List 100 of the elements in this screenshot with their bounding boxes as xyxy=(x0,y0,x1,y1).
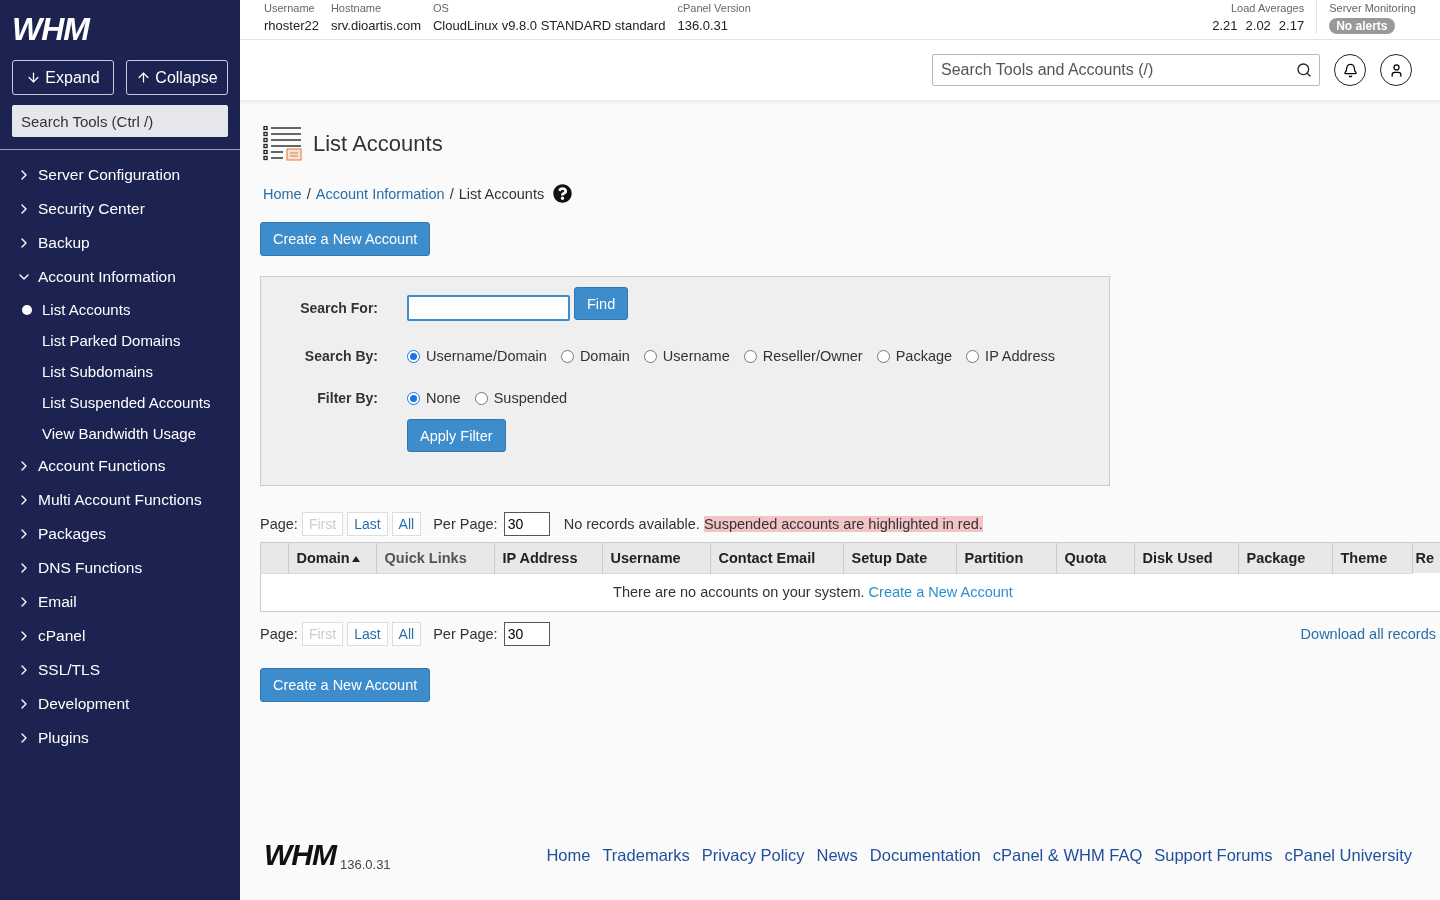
radio-button[interactable] xyxy=(743,349,757,363)
sidebar-item[interactable]: Account Functions xyxy=(0,449,240,483)
info-value: 136.0.31 xyxy=(677,17,729,35)
per-page-label: Per Page: xyxy=(433,516,498,532)
radio-button[interactable] xyxy=(407,391,420,405)
filter-by-label: Filter By: xyxy=(316,390,379,406)
search-field[interactable]: Search Tools (Ctrl /) xyxy=(12,105,228,137)
breadcrumb-link[interactable]: Account Information xyxy=(315,185,445,202)
sidebar-item[interactable]: Server Configuration xyxy=(0,158,240,192)
column-header[interactable]: Username xyxy=(602,543,710,573)
footer-link[interactable]: Privacy Policy xyxy=(701,845,805,865)
radio-option[interactable]: Username xyxy=(643,348,730,364)
apply-filter-button[interactable]: Apply Filter xyxy=(407,419,506,452)
footer-link[interactable]: Support Forums xyxy=(1154,845,1273,865)
status-badge: No alerts xyxy=(1329,18,1395,34)
footer-link[interactable]: News xyxy=(816,845,858,865)
expand-button[interactable]: Expand xyxy=(12,60,114,95)
sidebar-item[interactable]: Plugins xyxy=(0,721,240,755)
sidebar-item[interactable]: DNS Functions xyxy=(0,551,240,585)
sidebar-subitem[interactable]: List Subdomains xyxy=(0,356,240,387)
search-by-label: Search By: xyxy=(303,348,379,364)
breadcrumb-link[interactable]: Home xyxy=(263,185,302,202)
info-label: Load Averages xyxy=(1230,1,1305,15)
sidebar-item[interactable]: Email xyxy=(0,585,240,619)
create-account-link[interactable]: Create a New Account xyxy=(868,584,1013,601)
user-button[interactable] xyxy=(1380,54,1412,86)
column-header[interactable]: Contact Email xyxy=(710,543,843,573)
column-header[interactable]: Re xyxy=(1412,543,1440,573)
search-for-field[interactable] xyxy=(407,295,570,321)
version-text: 136.0.31 xyxy=(340,856,391,872)
radio-option[interactable]: Reseller/Owner xyxy=(743,348,863,364)
radio-option[interactable]: Package xyxy=(876,348,953,364)
notifications-button[interactable] xyxy=(1334,54,1366,86)
info-label: Server Monitoring xyxy=(1329,1,1416,15)
radio-button[interactable] xyxy=(876,349,890,363)
load-value: 2.21 xyxy=(1212,17,1238,35)
breadcrumb-separator: / xyxy=(306,185,311,202)
info-label: Username xyxy=(264,1,315,15)
sidebar-subitem[interactable]: List Suspended Accounts xyxy=(0,387,240,418)
sidebar-item[interactable]: Backup xyxy=(0,226,240,260)
column-header[interactable]: Quota xyxy=(1056,543,1134,573)
radio-button[interactable] xyxy=(966,349,980,363)
sidebar-subitem[interactable]: List Parked Domains xyxy=(0,325,240,356)
search-for-label: Search For: xyxy=(299,300,379,316)
page-button[interactable]: Last xyxy=(347,512,388,536)
info-value: srv.dioartis.com xyxy=(330,17,421,35)
download-link[interactable]: Download all records xyxy=(1300,626,1436,642)
column-header[interactable]: Setup Date xyxy=(843,543,956,573)
whm-logo: WHM xyxy=(264,838,336,872)
radio-option[interactable]: None xyxy=(407,390,461,406)
radio-option[interactable]: IP Address xyxy=(966,348,1055,364)
radio-button[interactable] xyxy=(643,349,657,363)
per-page-field[interactable]: 30 xyxy=(503,512,550,536)
bell-icon xyxy=(1342,62,1358,78)
column-header[interactable]: Theme xyxy=(1332,543,1412,573)
column-header[interactable]: Package xyxy=(1238,543,1332,573)
footer-link[interactable]: cPanel & WHM FAQ xyxy=(992,845,1143,865)
create-account-button[interactable]: Create a New Account xyxy=(260,222,431,256)
radio-option[interactable]: Suspended xyxy=(474,390,568,406)
sidebar-item[interactable]: Multi Account Functions xyxy=(0,483,240,517)
radio-button[interactable] xyxy=(474,391,488,405)
sidebar-subitem[interactable]: View Bandwidth Usage xyxy=(0,418,240,449)
radio-option[interactable]: Username/Domain xyxy=(407,348,547,364)
footer-link[interactable]: cPanel University xyxy=(1284,845,1412,865)
list-icon xyxy=(263,126,303,162)
column-header[interactable]: Disk Used xyxy=(1134,543,1238,573)
empty-message: There are no accounts on your system. xyxy=(613,584,865,601)
collapse-button[interactable]: Collapse xyxy=(126,60,228,95)
sidebar-item[interactable]: Account Information xyxy=(0,260,240,294)
radio-option[interactable]: Domain xyxy=(560,348,630,364)
per-page-label: Per Page: xyxy=(433,626,498,642)
page-button[interactable]: All xyxy=(391,622,422,646)
subitem-label: List Subdomains xyxy=(42,362,153,382)
subitem-label: List Parked Domains xyxy=(42,331,181,351)
find-button[interactable]: Find xyxy=(574,287,629,320)
page-button[interactable]: All xyxy=(391,512,422,536)
load-value: 2.02 xyxy=(1245,17,1271,35)
page-button[interactable]: Last xyxy=(347,622,388,646)
column-header[interactable]: IP Address xyxy=(494,543,602,573)
column-header[interactable]: Domain xyxy=(288,543,376,573)
create-account-button[interactable]: Create a New Account xyxy=(260,668,431,702)
sidebar-item[interactable]: cPanel xyxy=(0,619,240,653)
per-page-field[interactable]: 30 xyxy=(503,622,550,646)
sidebar-item[interactable]: SSL/TLS xyxy=(0,653,240,687)
footer-link[interactable]: Trademarks xyxy=(602,845,690,865)
sidebar-item[interactable]: Packages xyxy=(0,517,240,551)
column-header[interactable]: Partition xyxy=(956,543,1056,573)
radio-button[interactable] xyxy=(560,349,574,363)
radio-button[interactable] xyxy=(407,349,420,363)
help-icon[interactable] xyxy=(553,184,573,203)
search-field[interactable]: Search Tools and Accounts (/) xyxy=(932,54,1320,86)
footer-link[interactable]: Home xyxy=(546,845,591,865)
sidebar-item[interactable]: Development xyxy=(0,687,240,721)
breadcrumb-current: List Accounts xyxy=(458,185,545,202)
sidebar-subitem[interactable]: List Accounts xyxy=(0,294,240,325)
subitem-label: List Accounts xyxy=(42,300,131,320)
sidebar-item[interactable]: Security Center xyxy=(0,192,240,226)
footer-link[interactable]: Documentation xyxy=(869,845,981,865)
notice-text: No records available. xyxy=(563,516,700,532)
whm-logo: WHM xyxy=(12,12,92,46)
